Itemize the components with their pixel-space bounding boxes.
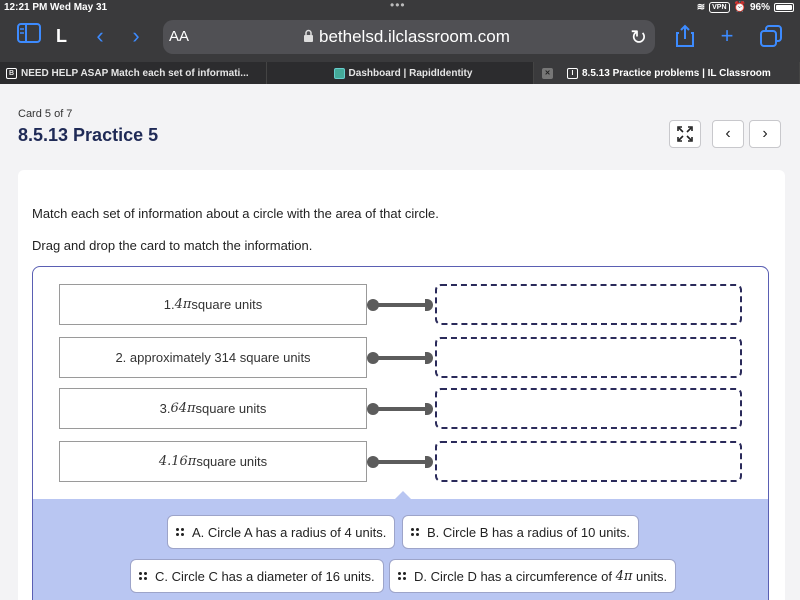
tab-favicon: I [567,67,578,79]
choice-text: D. Circle D has a circumference of [414,568,612,584]
choice-math: 4π [615,568,633,584]
choice-suffix: units. [636,568,668,584]
tabs-overview-icon[interactable] [758,18,784,58]
tab-favicon: B [6,67,17,79]
card-count: Card 5 of 7 [18,108,73,120]
page-content: Card 5 of 7 8.5.13 Practice 5 ‹ › Match … [0,84,800,600]
prompt-1: 1. 4π square units [59,284,367,325]
prompt-4: 4.16π square units [59,441,367,482]
tab-bar: B NEED HELP ASAP Match each set of infor… [0,62,800,84]
battery-percent: 96% [749,2,770,13]
drop-zone-2[interactable] [435,337,742,378]
reload-icon[interactable]: ↻ [630,25,647,50]
tab-brainly[interactable]: B NEED HELP ASAP Match each set of infor… [0,62,267,84]
prompt-suffix: square units [195,401,267,416]
tab-close-icon[interactable]: ✕ [542,67,553,79]
drop-zone-4[interactable] [435,441,742,482]
lock-icon [304,29,313,42]
new-tab-icon[interactable]: + [714,18,740,54]
alarm-icon: ⏰ [733,2,746,13]
prompt-math: 4.16π [158,454,197,469]
drag-handle-icon[interactable] [398,572,406,580]
tab-label: Dashboard | RapidIdentity [348,67,473,79]
tab-dashboard[interactable]: Dashboard | RapidIdentity [267,62,534,84]
drag-handle-icon[interactable] [411,528,419,536]
profile-button[interactable]: L [56,26,67,47]
connector-3 [367,402,435,416]
drag-handle-icon[interactable] [176,528,184,536]
prompt-suffix: square units [191,297,263,312]
prompt-prefix: 1. [163,297,175,312]
matching-area: 1. 4π square units 2. approximately 314 … [32,266,769,600]
back-icon[interactable]: ‹ [88,18,112,54]
sidebar-icon[interactable] [14,18,44,54]
status-time: 12:21 PM [4,2,48,13]
tab-ilclassroom[interactable]: ✕ I 8.5.13 Practice problems | IL Classr… [534,62,800,84]
prompt-3: 3. 64π square units [59,388,367,429]
battery-icon [774,3,794,12]
card-bank: A. Circle A has a radius of 4 units. B. … [33,499,768,600]
choice-card-c[interactable]: C. Circle C has a diameter of 16 units. [130,559,384,593]
prompt-math: 64π [170,401,196,416]
expand-icon [677,126,693,142]
address-bar[interactable]: AA bethelsd.ilclassroom.com ↻ [163,20,655,54]
choice-card-a[interactable]: A. Circle A has a radius of 4 units. [167,515,396,549]
forward-icon[interactable]: › [124,18,148,54]
url-text: bethelsd.ilclassroom.com [319,27,510,46]
share-icon[interactable] [672,18,698,59]
connector-2 [367,351,435,365]
status-right: ≋ VPN ⏰ 96% [697,2,794,13]
more-dots-icon[interactable]: ••• [390,0,406,12]
vpn-badge: VPN [709,2,730,13]
tab-label: 8.5.13 Practice problems | IL Classroom [582,67,771,79]
drop-zone-3[interactable] [435,388,742,429]
instruction-text: Match each set of information about a ci… [32,206,439,221]
choice-text: A. Circle A has a radius of 4 units. [192,524,387,540]
drag-instruction: Drag and drop the card to match the info… [32,238,313,253]
prompt-prefix: 2. approximately 314 square units [115,350,311,365]
prompt-math: 4π [174,297,192,312]
status-bar: 12:21 PM Wed May 31 ••• ≋ VPN ⏰ 96% [0,0,800,16]
prompt-prefix: 3. [159,401,171,416]
question-panel: Match each set of information about a ci… [18,170,785,600]
choice-text: C. Circle C has a diameter of 16 units. [155,568,375,584]
next-card-button[interactable]: › [749,120,781,148]
safari-toolbar: L ‹ › AA bethelsd.ilclassroom.com ↻ + [0,18,800,58]
text-size-button[interactable]: AA [169,28,189,45]
wifi-icon: ≋ [696,2,706,13]
drag-handle-icon[interactable] [139,572,147,580]
connector-1 [367,298,435,312]
status-date: Wed May 31 [50,2,108,13]
prompt-2: 2. approximately 314 square units [59,337,367,378]
choice-card-b[interactable]: B. Circle B has a radius of 10 units. [402,515,640,549]
choice-text: B. Circle B has a radius of 10 units. [427,524,631,540]
page-title: 8.5.13 Practice 5 [18,125,159,145]
browser-chrome: 12:21 PM Wed May 31 ••• ≋ VPN ⏰ 96% L ‹ … [0,0,800,62]
bank-notch [395,491,411,499]
tab-label: NEED HELP ASAP Match each set of informa… [21,67,249,79]
prompt-suffix: square units [196,454,268,469]
tab-favicon [333,67,345,79]
drop-zone-1[interactable] [435,284,742,325]
fullscreen-button[interactable] [669,120,701,148]
previous-card-button[interactable]: ‹ [712,120,744,148]
choice-card-d[interactable]: D. Circle D has a circumference of 4π un… [389,559,677,593]
connector-4 [367,455,435,469]
